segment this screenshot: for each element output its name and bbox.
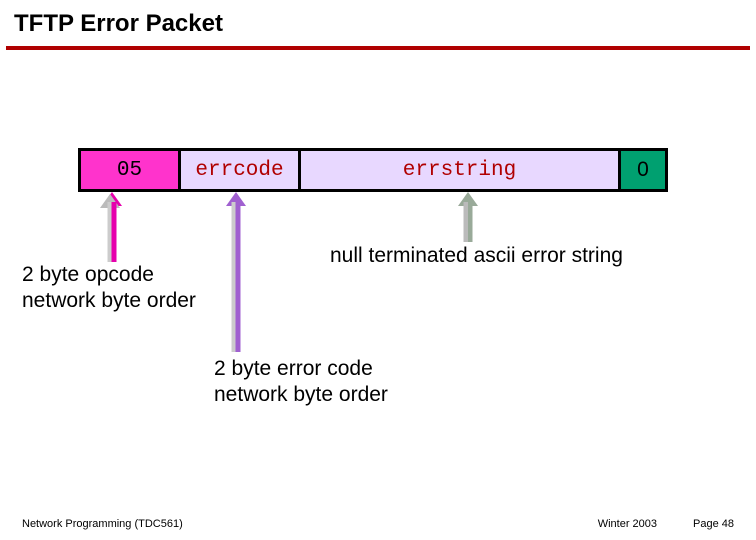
packet-diagram: 05 errcode errstring 0 — [78, 148, 668, 192]
page-title: TFTP Error Packet — [0, 0, 756, 46]
footer-page: Page 48 — [693, 518, 734, 530]
field-errcode: errcode — [181, 151, 301, 189]
footer: Network Programming (TDC561) Winter 2003… — [0, 518, 756, 530]
field-opcode: 05 — [81, 151, 181, 189]
field-errstring: errstring — [301, 151, 621, 189]
footer-left: Network Programming (TDC561) — [22, 518, 183, 530]
footer-term: Winter 2003 — [598, 518, 657, 530]
field-terminator: 0 — [621, 151, 665, 189]
label-errstring: null terminated ascii error string — [330, 243, 623, 269]
label-opcode: 2 byte opcodenetwork byte order — [22, 262, 196, 315]
label-errcode: 2 byte error codenetwork byte order — [214, 356, 388, 409]
title-rule — [6, 46, 750, 50]
